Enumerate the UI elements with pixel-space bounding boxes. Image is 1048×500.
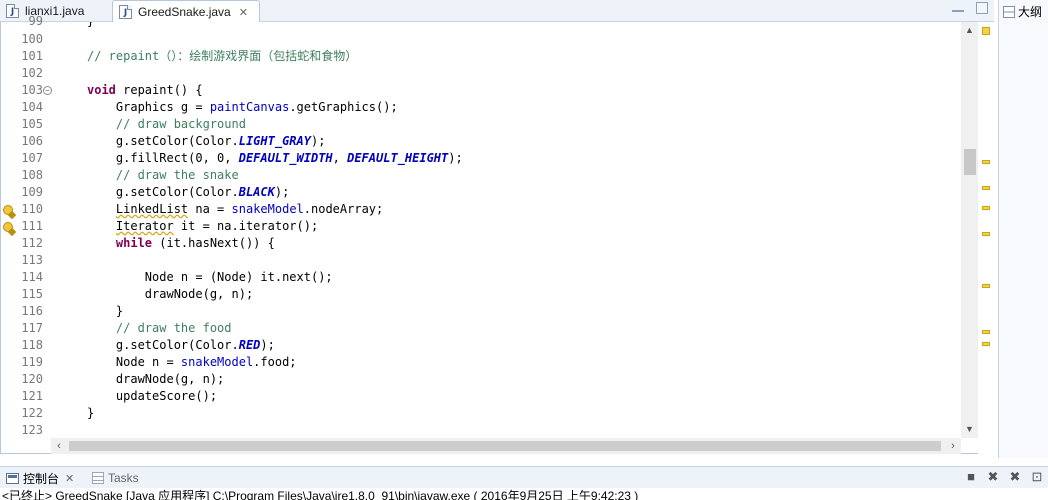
close-icon[interactable]: ✕: [239, 6, 248, 19]
remove-all-icon[interactable]: ✖: [1008, 470, 1022, 484]
tab-console[interactable]: 控制台 ✕: [6, 469, 74, 487]
line-number: 122: [21, 406, 43, 420]
line-number: 111: [21, 219, 43, 233]
code-line: // repaint（）：绘制游戏界面（包括蛇和食物）: [87, 49, 358, 63]
line-number: 119: [21, 355, 43, 369]
scroll-right-icon[interactable]: ›: [945, 438, 961, 454]
outline-icon: [1003, 5, 1015, 18]
console-status-text: <已终止> GreedSnake [Java 应用程序] C:\Program …: [2, 489, 639, 500]
warning-marker[interactable]: [982, 284, 990, 288]
code-line: g.setColor(Color.RED);: [87, 338, 275, 352]
line-number: 117: [21, 321, 43, 335]
scrollbar-thumb[interactable]: [964, 149, 976, 175]
line-number: 105: [21, 117, 43, 131]
code-line: g.fillRect(0, 0, DEFAULT_WIDTH, DEFAULT_…: [87, 151, 463, 165]
tab-tasks[interactable]: Tasks: [92, 469, 139, 487]
line-number: 102: [21, 66, 43, 80]
code-line: }: [87, 22, 94, 30]
warning-marker[interactable]: [982, 186, 990, 190]
warning-marker[interactable]: [982, 160, 990, 164]
console-icon: [6, 472, 19, 484]
warning-marker[interactable]: [982, 342, 990, 346]
scroll-down-icon[interactable]: ▼: [961, 421, 978, 438]
line-number: 120: [21, 372, 43, 386]
terminate-icon[interactable]: ■: [964, 470, 978, 484]
fold-icon[interactable]: −: [43, 86, 52, 95]
line-number: 104: [21, 100, 43, 114]
code-line: drawNode(g, n);: [87, 372, 225, 386]
line-number: 115: [21, 287, 43, 301]
line-number: 112: [21, 236, 43, 250]
warning-marker[interactable]: [982, 330, 990, 334]
line-number-gutter: 99 100 101 102 103 − 104 105 106 107 108…: [1, 14, 63, 438]
outline-label: 大纲: [1018, 5, 1043, 19]
java-file-icon: J: [119, 5, 132, 19]
close-icon[interactable]: ✕: [65, 472, 74, 485]
line-number: 103: [21, 83, 43, 97]
line-number: 106: [21, 134, 43, 148]
warning-marker[interactable]: [982, 206, 990, 210]
window-controls: [952, 2, 988, 14]
tasks-icon: [92, 472, 104, 484]
line-number: 100: [21, 32, 43, 46]
outline-tab[interactable]: 大纲: [1003, 3, 1042, 20]
line-number: 110: [21, 202, 43, 216]
line-number: 108: [21, 168, 43, 182]
code-line: }: [87, 304, 124, 318]
code-line: Node n = (Node) it.next();: [87, 270, 333, 284]
maximize-icon[interactable]: [976, 2, 988, 14]
pin-icon[interactable]: ⊡: [1030, 470, 1044, 484]
code-line: g.setColor(Color.LIGHT_GRAY);: [87, 134, 326, 148]
overview-ruler[interactable]: [978, 22, 994, 454]
line-number: 116: [21, 304, 43, 318]
code-line: updateScore();: [87, 389, 218, 403]
vertical-scrollbar[interactable]: ▲ ▼: [961, 22, 978, 438]
code-line: g.setColor(Color.BLACK);: [87, 185, 290, 199]
code-line: Iterator it = na.iterator();: [115, 219, 319, 233]
warning-marker[interactable]: [982, 232, 990, 236]
line-number: 121: [21, 389, 43, 403]
outline-panel: 大纲: [998, 0, 1048, 458]
tab-label: Tasks: [108, 471, 139, 485]
line-number: 99: [28, 14, 43, 28]
code-editor[interactable]: 99 100 101 102 103 − 104 105 106 107 108…: [0, 14, 994, 454]
scroll-left-icon[interactable]: ‹: [51, 438, 67, 454]
code-line: while (it.hasNext()) {: [115, 236, 275, 250]
code-line: }: [87, 406, 95, 420]
line-number: 109: [21, 185, 43, 199]
code-line: void repaint() {: [87, 83, 203, 97]
console-toolbar: ■ ✖ ✖ ⊡: [964, 470, 1044, 484]
code-line: LinkedList na = snakeModel.nodeArray;: [115, 202, 384, 216]
code-line: drawNode(g, n);: [87, 287, 254, 301]
scroll-up-icon[interactable]: ▲: [961, 22, 978, 39]
code-line: Node n = snakeModel.food;: [87, 355, 297, 369]
line-number: 113: [21, 253, 43, 267]
remove-launch-icon[interactable]: ✖: [986, 470, 1000, 484]
line-number: 101: [21, 49, 43, 63]
horizontal-scrollbar[interactable]: ‹ ›: [51, 438, 961, 454]
code-line: // draw background: [87, 117, 246, 131]
line-number: 107: [21, 151, 43, 165]
line-number: 118: [21, 338, 43, 352]
console-tab-bar: 控制台 ✕ Tasks ■ ✖ ✖ ⊡: [0, 466, 1048, 488]
code-line: // draw the snake: [87, 168, 239, 182]
tab-greedsnake[interactable]: J GreedSnake.java ✕: [112, 0, 260, 23]
minimize-icon[interactable]: [952, 4, 964, 12]
code-line: // draw the food: [87, 321, 232, 335]
editor-tab-bar: J lianxi1.java J GreedSnake.java ✕: [0, 0, 994, 23]
warning-summary-icon[interactable]: [982, 27, 990, 35]
line-number: 123: [21, 423, 43, 437]
scrollbar-thumb[interactable]: [69, 441, 941, 451]
line-number: 114: [21, 270, 43, 284]
tab-label: GreedSnake.java: [138, 5, 231, 19]
code-area[interactable]: } // repaint（）：绘制游戏界面（包括蛇和食物） void repai…: [63, 22, 961, 438]
code-line: Graphics g = paintCanvas.getGraphics();: [87, 100, 398, 114]
tab-label: 控制台: [23, 471, 60, 486]
